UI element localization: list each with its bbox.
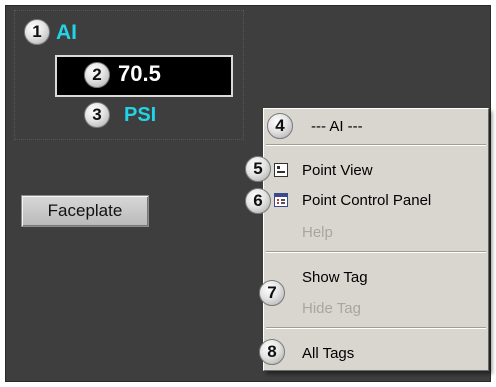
menu-item-label: Help xyxy=(302,224,333,241)
menu-item-label: All Tags xyxy=(302,345,355,362)
menu-item-label: Point Control Panel xyxy=(302,192,432,209)
menu-item-label: Point View xyxy=(302,162,373,179)
menu-item-hide-tag: Hide Tag xyxy=(264,297,488,321)
point-view-icon xyxy=(274,163,288,177)
menu-separator xyxy=(266,327,486,329)
context-menu: --- AI --- Point View Point Control Pane… xyxy=(263,108,489,371)
callout-badge-3: 3 xyxy=(84,102,110,128)
menu-item-label: Show Tag xyxy=(302,269,368,286)
control-panel-icon xyxy=(274,193,288,207)
point-units-label: PSI xyxy=(124,104,157,126)
menu-item-label: Hide Tag xyxy=(302,300,361,317)
menu-separator xyxy=(266,144,486,146)
menu-item-show-tag[interactable]: Show Tag xyxy=(264,266,488,290)
menu-header-label: --- AI --- xyxy=(311,118,363,135)
callout-badge-8: 8 xyxy=(259,339,285,365)
faceplate-button[interactable]: Faceplate xyxy=(21,195,149,227)
point-value: 70.5 xyxy=(118,61,161,86)
menu-item-all-tags[interactable]: All Tags xyxy=(264,342,488,366)
callout-badge-2: 2 xyxy=(84,62,110,88)
menu-item-help: Help xyxy=(264,221,488,245)
callout-badge-7: 7 xyxy=(259,280,285,306)
callout-badge-5: 5 xyxy=(245,156,271,182)
callout-badge-6: 6 xyxy=(245,188,271,214)
menu-item-point-view[interactable]: Point View xyxy=(264,159,488,183)
point-tag-label[interactable]: AI xyxy=(56,21,77,45)
menu-header: --- AI --- xyxy=(264,114,488,138)
callout-badge-4: 4 xyxy=(267,113,293,139)
menu-separator xyxy=(266,251,486,253)
menu-item-point-control-panel[interactable]: Point Control Panel xyxy=(264,189,488,213)
callout-badge-1: 1 xyxy=(24,19,50,45)
